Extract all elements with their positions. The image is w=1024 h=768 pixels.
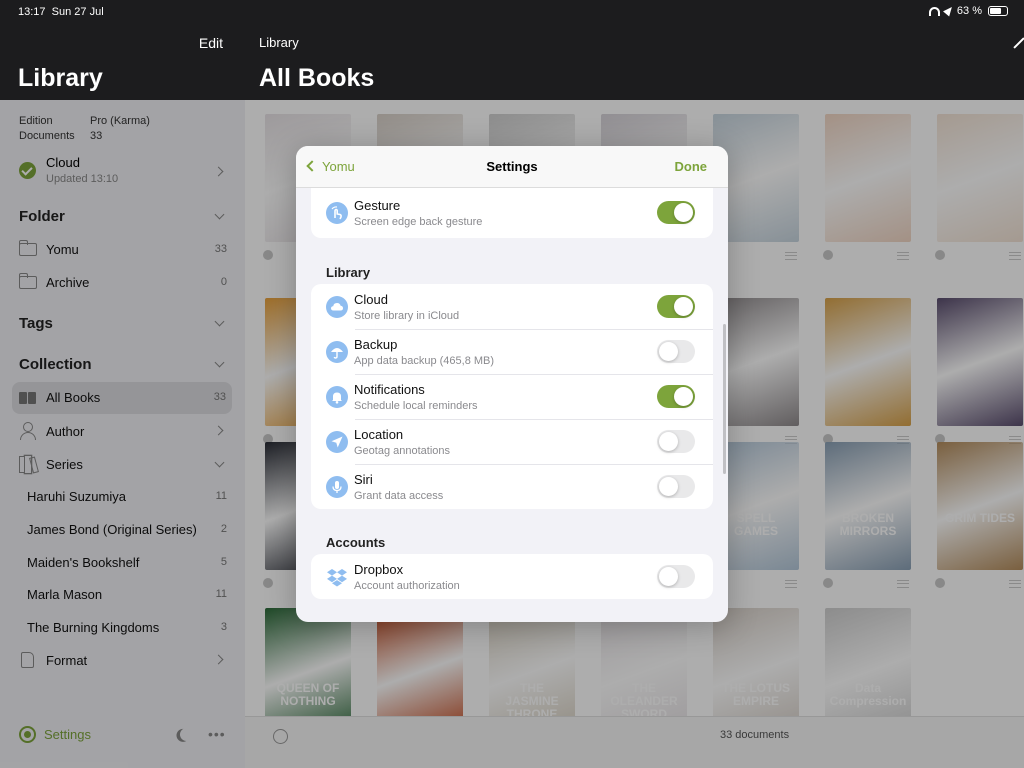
- setting-row-gesture: Gesture Screen edge back gesture: [311, 192, 713, 237]
- setting-subtitle: Geotag annotations: [354, 445, 451, 457]
- dropbox-icon: [326, 566, 348, 588]
- location-arrow-icon: [326, 431, 348, 453]
- setting-title: Dropbox: [354, 562, 404, 577]
- accounts-group: Dropbox Account authorization: [311, 554, 713, 599]
- setting-title: Backup: [354, 337, 398, 352]
- setting-subtitle: Account authorization: [354, 580, 460, 592]
- page-title: All Books: [259, 64, 375, 92]
- setting-row-location: Location Geotag annotations: [311, 419, 713, 464]
- setting-row-siri: Siri Grant data access: [311, 464, 713, 509]
- setting-row-notifications: Notifications Schedule local reminders: [311, 374, 713, 419]
- setting-row-dropbox: Dropbox Account authorization: [311, 554, 713, 599]
- library-section-header: Library: [326, 265, 371, 280]
- setting-subtitle: Grant data access: [354, 490, 444, 502]
- setting-row-backup: Backup App data backup (465,8 MB): [311, 329, 713, 374]
- backup-toggle[interactable]: [657, 340, 695, 363]
- scroll-indicator[interactable]: [723, 324, 726, 474]
- microphone-icon: [326, 476, 348, 498]
- modal-title: Settings: [486, 159, 538, 174]
- location-toggle[interactable]: [657, 430, 695, 453]
- bell-icon: [326, 386, 348, 408]
- wifi-icon: [929, 7, 940, 16]
- battery-percent: 63 %: [956, 5, 982, 17]
- accounts-section-header: Accounts: [326, 535, 386, 550]
- pencil-icon[interactable]: [1013, 37, 1024, 49]
- breadcrumb[interactable]: Library: [259, 35, 299, 50]
- setting-title: Gesture: [354, 198, 401, 213]
- dropbox-toggle[interactable]: [657, 565, 695, 588]
- siri-toggle[interactable]: [657, 475, 695, 498]
- setting-row-cloud: Cloud Store library in iCloud: [311, 284, 713, 329]
- library-group: Cloud Store library in iCloud Backup App…: [311, 284, 713, 509]
- battery-icon: [988, 6, 1008, 16]
- setting-subtitle: Screen edge back gesture: [354, 216, 483, 228]
- setting-subtitle: Schedule local reminders: [354, 400, 478, 412]
- done-button[interactable]: Done: [675, 159, 708, 174]
- gesture-toggle[interactable]: [657, 201, 695, 224]
- main-header: 63 % Library All Books: [245, 0, 1024, 100]
- edit-button[interactable]: Edit: [199, 35, 223, 51]
- gesture-group: Gesture Screen edge back gesture: [311, 188, 713, 238]
- hand-gesture-icon: [326, 202, 348, 224]
- location-arrow-icon: [943, 4, 955, 17]
- umbrella-icon: [326, 341, 348, 363]
- sidebar-header: 13:17 Sun 27 Jul Edit Library: [0, 0, 245, 100]
- sidebar-title: Library: [18, 64, 103, 92]
- setting-title: Location: [354, 427, 404, 442]
- modal-header: Yomu Settings Done: [296, 146, 728, 188]
- settings-modal: Yomu Settings Done Gesture Screen edge b…: [296, 146, 728, 622]
- setting-title: Siri: [354, 472, 373, 487]
- notifications-toggle[interactable]: [657, 385, 695, 408]
- setting-subtitle: Store library in iCloud: [354, 310, 460, 322]
- status-time: 13:17 Sun 27 Jul: [18, 6, 104, 18]
- cloud-icon: [326, 296, 348, 318]
- setting-title: Cloud: [354, 292, 388, 307]
- setting-title: Notifications: [354, 382, 425, 397]
- setting-subtitle: App data backup (465,8 MB): [354, 355, 495, 367]
- cloud-toggle[interactable]: [657, 295, 695, 318]
